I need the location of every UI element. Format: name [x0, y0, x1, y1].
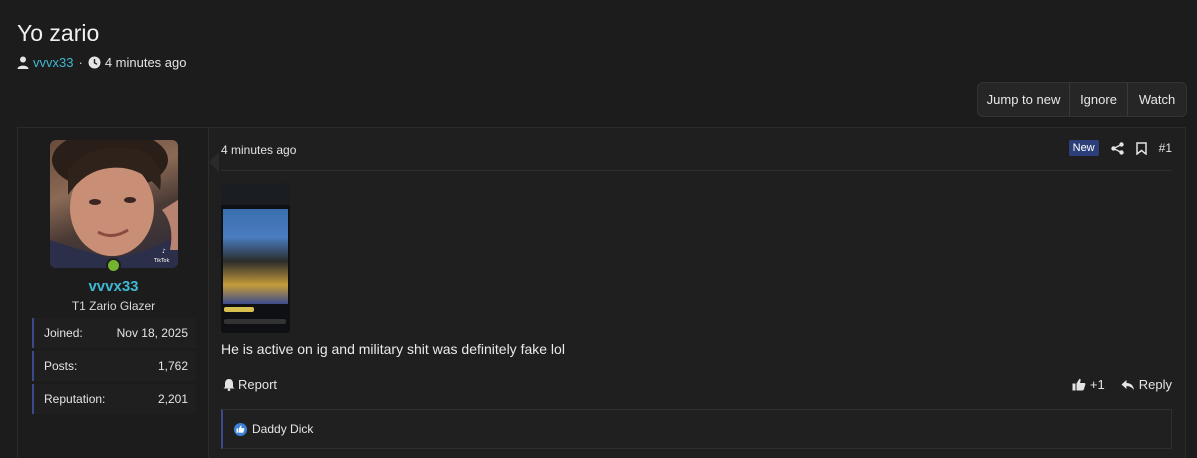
reaction-user-link[interactable]: Daddy Dick: [252, 422, 313, 436]
jump-to-new-button[interactable]: Jump to new: [978, 83, 1070, 116]
clock-icon: [88, 56, 101, 69]
svg-text:♪: ♪: [162, 248, 166, 255]
thread-title: Yo zario: [17, 20, 100, 46]
like-reaction-icon: [234, 422, 247, 436]
like-count: +1: [1089, 377, 1105, 392]
post-date[interactable]: 4 minutes ago: [221, 143, 296, 157]
thread-action-buttons: Jump to new Ignore Watch: [977, 82, 1187, 117]
post-header-actions: New #1: [1068, 140, 1172, 156]
reply-label: Reply: [1138, 377, 1172, 392]
online-status-indicator: [106, 258, 121, 273]
stat-label: Joined:: [44, 326, 83, 340]
ignore-button[interactable]: Ignore: [1070, 83, 1128, 116]
user-title: T1 Zario Glazer: [71, 299, 156, 313]
bookmark-icon[interactable]: [1135, 141, 1147, 155]
stat-value: 1,762: [157, 359, 188, 373]
share-icon[interactable]: [1110, 141, 1124, 155]
new-badge: New: [1068, 140, 1099, 156]
meta-separator: ·: [78, 55, 83, 70]
stat-label: Posts:: [44, 359, 78, 373]
stat-label: Reputation:: [44, 392, 106, 406]
post-user-panel: ♪ TikTok vvvx33 T1 Zario Glazer Joined: …: [18, 128, 209, 458]
avatar[interactable]: ♪ TikTok: [50, 140, 178, 268]
attachment-photo: [223, 209, 288, 304]
reactions-bar: Daddy Dick: [221, 409, 1172, 449]
attachment-topbar: [221, 183, 290, 205]
reply-icon: [1121, 379, 1135, 391]
post: ♪ TikTok vvvx33 T1 Zario Glazer Joined: …: [17, 127, 1186, 458]
svg-text:TikTok: TikTok: [153, 258, 169, 264]
post-divider: [221, 170, 1172, 171]
stat-value: 2,201: [157, 392, 188, 406]
post-footer-actions: +1 Reply: [1072, 377, 1172, 392]
report-button[interactable]: Report: [223, 377, 277, 392]
reply-button[interactable]: Reply: [1121, 377, 1172, 392]
thread-meta: vvvx33 · 4 minutes ago: [17, 55, 186, 70]
user-stats: Joined: Nov 18, 2025 Posts: 1,762 Reputa…: [32, 318, 196, 417]
thread-author-link[interactable]: vvvx33: [33, 55, 73, 70]
attached-image[interactable]: [221, 183, 290, 333]
report-label: Report: [238, 377, 278, 392]
thumbs-up-icon: [1072, 378, 1086, 391]
post-number-link[interactable]: #1: [1159, 141, 1172, 155]
stat-reputation: Reputation: 2,201: [32, 384, 196, 414]
post-body: He is active on ig and military shit was…: [221, 341, 565, 357]
like-button[interactable]: +1: [1072, 377, 1105, 392]
attachment-highlight: [224, 307, 254, 312]
username-link[interactable]: vvvx33: [18, 278, 209, 295]
stat-posts: Posts: 1,762: [32, 351, 196, 381]
stat-value: Nov 18, 2025: [116, 326, 188, 340]
stat-joined: Joined: Nov 18, 2025: [32, 318, 196, 348]
attachment-bar: [224, 319, 286, 324]
post-main: 4 minutes ago New #1 He is active on ig …: [209, 128, 1185, 458]
post-arrow: [209, 152, 219, 172]
watch-button[interactable]: Watch: [1128, 83, 1186, 116]
thread-time[interactable]: 4 minutes ago: [105, 55, 187, 70]
user-icon: [17, 56, 29, 69]
bell-icon: [223, 378, 235, 391]
